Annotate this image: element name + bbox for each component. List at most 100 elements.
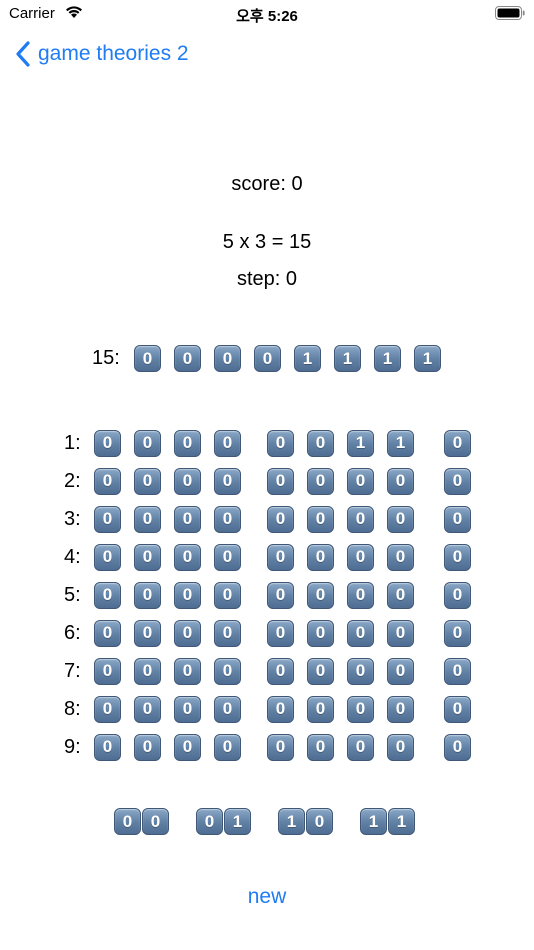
bit-tile[interactable]: 0 bbox=[174, 505, 201, 533]
bit-tile[interactable]: 0 bbox=[94, 619, 121, 647]
bit-tile[interactable]: 0 bbox=[214, 695, 241, 723]
bit-tile[interactable]: 1 bbox=[347, 429, 374, 457]
bit-tile[interactable]: 0 bbox=[267, 581, 294, 609]
bit-tile[interactable]: 0 bbox=[94, 543, 121, 571]
result-tile[interactable]: 0 bbox=[444, 581, 471, 609]
bit-tile[interactable]: 0 bbox=[134, 619, 161, 647]
bit-tile[interactable]: 0 bbox=[174, 429, 201, 457]
bit-tile[interactable]: 0 bbox=[307, 543, 334, 571]
bit-tile[interactable]: 0 bbox=[347, 543, 374, 571]
bit-tile[interactable]: 0 bbox=[214, 505, 241, 533]
bit-tile[interactable]: 0 bbox=[347, 467, 374, 495]
bit-tile[interactable]: 0 bbox=[174, 543, 201, 571]
bit-tile[interactable]: 0 bbox=[94, 467, 121, 495]
grid-row-5: 5: 0 0 0 0 0 0 0 0 0 bbox=[64, 576, 484, 614]
bit-tile[interactable]: 0 bbox=[174, 619, 201, 647]
bit-tile[interactable]: 0 bbox=[94, 581, 121, 609]
bit-tile[interactable]: 0 bbox=[134, 429, 161, 457]
bit-tile[interactable]: 0 bbox=[174, 695, 201, 723]
bit-tile[interactable]: 0 bbox=[214, 619, 241, 647]
bit-tile[interactable]: 0 bbox=[214, 429, 241, 457]
bit-tile[interactable]: 0 bbox=[94, 733, 121, 761]
back-label: game theories 2 bbox=[38, 42, 189, 65]
combo-button-00[interactable]: 00 bbox=[114, 808, 170, 835]
bit-tile[interactable]: 0 bbox=[307, 695, 334, 723]
result-tile[interactable]: 0 bbox=[444, 619, 471, 647]
bit-tile[interactable]: 0 bbox=[387, 467, 414, 495]
bit-tile[interactable]: 0 bbox=[134, 581, 161, 609]
bit-tile[interactable]: 0 bbox=[267, 695, 294, 723]
row-label: 7: bbox=[64, 659, 81, 682]
combo-bit: 0 bbox=[306, 808, 333, 835]
result-tile[interactable]: 0 bbox=[444, 429, 471, 457]
bit-tile[interactable]: 0 bbox=[94, 429, 121, 457]
bit-tile[interactable]: 0 bbox=[267, 619, 294, 647]
bit-tile[interactable]: 0 bbox=[307, 429, 334, 457]
bit-tile[interactable]: 1 bbox=[387, 429, 414, 457]
result-tile[interactable]: 0 bbox=[444, 695, 471, 723]
battery-icon bbox=[495, 6, 525, 20]
bit-tile[interactable]: 0 bbox=[267, 429, 294, 457]
bit-tile[interactable]: 0 bbox=[307, 733, 334, 761]
bit-tile[interactable]: 0 bbox=[94, 695, 121, 723]
bit-tile[interactable]: 0 bbox=[267, 733, 294, 761]
score-label: score: 0 bbox=[231, 173, 303, 195]
bit-tile[interactable]: 0 bbox=[387, 505, 414, 533]
bit-tile[interactable]: 0 bbox=[134, 505, 161, 533]
bit-tile[interactable]: 0 bbox=[347, 619, 374, 647]
combo-button-01[interactable]: 01 bbox=[196, 808, 252, 835]
bit-tile[interactable]: 0 bbox=[134, 467, 161, 495]
bit-tile[interactable]: 0 bbox=[134, 543, 161, 571]
bit-tile[interactable]: 0 bbox=[387, 543, 414, 571]
result-tile[interactable]: 0 bbox=[444, 467, 471, 495]
bit-tile[interactable]: 0 bbox=[307, 619, 334, 647]
bit-grid: 1: 0 0 0 0 0 0 1 1 0 2: 0 0 0 0 0 0 0 0 0 3: 0 0 0 0 0 0 0 0 0 4: 0 0 0 0 0… bbox=[64, 424, 484, 766]
bit-tile[interactable]: 0 bbox=[214, 467, 241, 495]
combo-button-11[interactable]: 11 bbox=[360, 808, 416, 835]
combo-bit: 1 bbox=[388, 808, 415, 835]
row-label: 8: bbox=[64, 697, 81, 720]
bit-tile[interactable]: 0 bbox=[94, 505, 121, 533]
bit-tile[interactable]: 0 bbox=[214, 733, 241, 761]
bit-tile[interactable]: 0 bbox=[174, 733, 201, 761]
bit-tile[interactable]: 0 bbox=[94, 657, 121, 685]
bit-tile[interactable]: 0 bbox=[347, 695, 374, 723]
bit-tile[interactable]: 0 bbox=[174, 581, 201, 609]
bit-tile[interactable]: 0 bbox=[214, 543, 241, 571]
bit-tile[interactable]: 0 bbox=[387, 657, 414, 685]
bit-tile[interactable]: 0 bbox=[347, 581, 374, 609]
bit-tile[interactable]: 0 bbox=[174, 657, 201, 685]
bit-tile[interactable]: 0 bbox=[387, 581, 414, 609]
bit-tile[interactable]: 0 bbox=[387, 733, 414, 761]
bit-tile[interactable]: 0 bbox=[134, 733, 161, 761]
bit-tile[interactable]: 0 bbox=[267, 467, 294, 495]
bit-tile[interactable]: 0 bbox=[267, 657, 294, 685]
bit-tile[interactable]: 0 bbox=[387, 619, 414, 647]
bit-tile[interactable]: 0 bbox=[347, 733, 374, 761]
bit-tile[interactable]: 0 bbox=[267, 505, 294, 533]
step-label: step: 0 bbox=[236, 268, 298, 290]
bit-tile[interactable]: 0 bbox=[387, 695, 414, 723]
back-button[interactable]: game theories 2 bbox=[14, 40, 189, 68]
result-tile[interactable]: 0 bbox=[444, 543, 471, 571]
bit-tile[interactable]: 0 bbox=[307, 581, 334, 609]
grid-row-6: 6: 0 0 0 0 0 0 0 0 0 bbox=[64, 614, 484, 652]
bit-tile[interactable]: 0 bbox=[307, 505, 334, 533]
combo-bit: 1 bbox=[360, 808, 387, 835]
result-tile[interactable]: 0 bbox=[444, 505, 471, 533]
result-tile[interactable]: 0 bbox=[444, 733, 471, 761]
bit-tile[interactable]: 0 bbox=[214, 657, 241, 685]
combo-button-10[interactable]: 10 bbox=[278, 808, 334, 835]
bit-tile[interactable]: 0 bbox=[134, 695, 161, 723]
bit-tile[interactable]: 0 bbox=[307, 657, 334, 685]
bit-tile[interactable]: 0 bbox=[347, 505, 374, 533]
bit-tile[interactable]: 0 bbox=[214, 581, 241, 609]
combo-bit: 0 bbox=[114, 808, 141, 835]
bit-tile[interactable]: 0 bbox=[267, 543, 294, 571]
bit-tile[interactable]: 0 bbox=[134, 657, 161, 685]
bit-tile[interactable]: 0 bbox=[174, 467, 201, 495]
bit-tile[interactable]: 0 bbox=[347, 657, 374, 685]
result-tile[interactable]: 0 bbox=[444, 657, 471, 685]
new-button[interactable]: new bbox=[0, 885, 534, 909]
bit-tile[interactable]: 0 bbox=[307, 467, 334, 495]
